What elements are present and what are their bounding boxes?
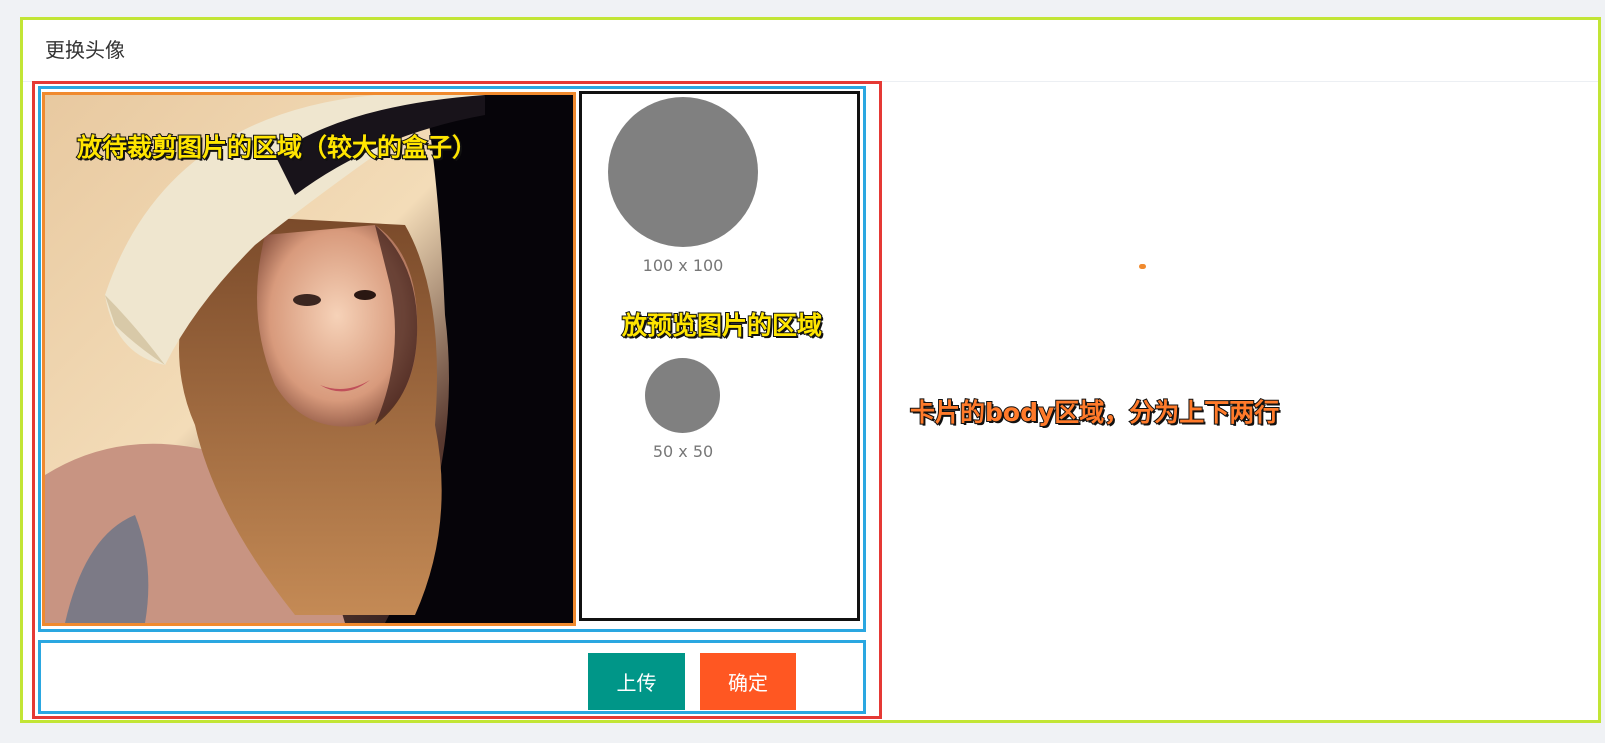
preview-area-annotation: 放预览图片的区域 [621,310,823,341]
crop-area-annotation: 放待裁剪图片的区域（较大的盒子） [76,132,478,163]
upload-button[interactable]: 上传 [588,653,685,710]
confirm-button[interactable]: 确定 [700,653,796,710]
portrait-photo [45,95,573,623]
preview-label-large: 100 x 100 [642,256,724,275]
card-body-annotation: 卡片的body区域，分为上下两行 [909,397,1280,428]
preview-circle-small [645,358,720,433]
preview-circle-large [608,97,758,247]
crop-image-area[interactable] [42,92,576,626]
card-header-title: 更换头像 [23,20,1598,82]
decorative-dot [1139,264,1146,269]
preview-label-small: 50 x 50 [652,442,714,461]
